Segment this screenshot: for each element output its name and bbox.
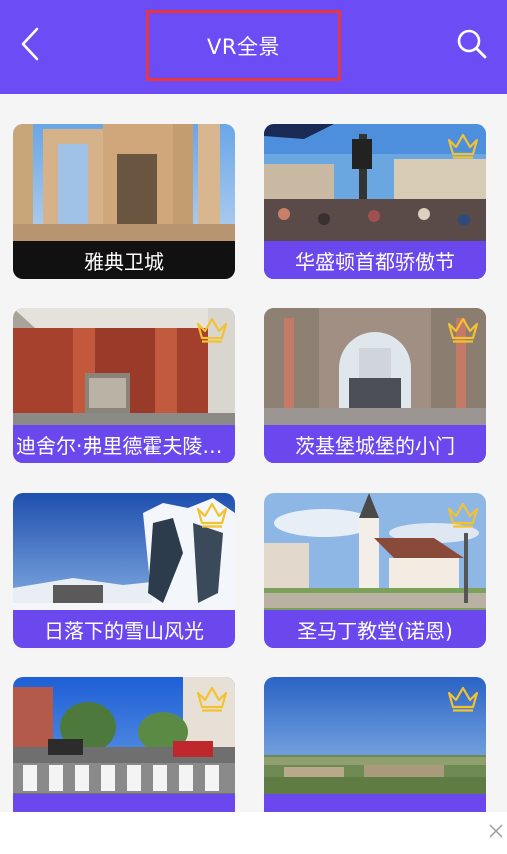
panorama-card[interactable] (13, 677, 235, 812)
panorama-card[interactable]: 日落下的雪山风光 (13, 493, 235, 648)
crown-icon (196, 317, 228, 343)
crown-icon (447, 317, 479, 343)
crown-icon (196, 686, 228, 712)
card-caption: 雅典卫城 (13, 241, 235, 279)
bottom-bar (0, 812, 507, 854)
card-caption: 华盛顿首都骄傲节 (264, 241, 486, 279)
card-caption: 茨基堡城堡的小门 (264, 425, 486, 463)
panorama-card[interactable] (264, 677, 486, 812)
chevron-left-icon (21, 27, 39, 61)
card-caption: 迪舍尔·弗里德霍夫陵… (13, 425, 235, 463)
search-icon (457, 29, 487, 59)
app-header: VR全景 (0, 0, 507, 94)
card-caption (264, 794, 486, 812)
back-button[interactable] (12, 24, 48, 64)
crown-icon (447, 686, 479, 712)
title-highlight: VR全景 (146, 10, 341, 81)
crown-icon (447, 502, 479, 528)
crown-icon (196, 502, 228, 528)
close-icon (489, 824, 503, 838)
crown-icon (447, 133, 479, 159)
panorama-card[interactable]: 华盛顿首都骄傲节 (264, 124, 486, 279)
search-button[interactable] (452, 24, 492, 64)
panorama-card[interactable]: 茨基堡城堡的小门 (264, 308, 486, 463)
panorama-card[interactable]: 圣马丁教堂(诺恩) (264, 493, 486, 648)
card-caption: 圣马丁教堂(诺恩) (264, 610, 486, 648)
card-caption: 日落下的雪山风光 (13, 610, 235, 648)
panorama-card[interactable]: 雅典卫城 (13, 124, 235, 279)
close-button[interactable] (485, 820, 507, 842)
card-caption (13, 794, 235, 812)
vr-panorama-grid: 雅典卫城 华盛顿首都骄傲节 迪舍尔·弗里德霍夫陵… 茨基堡城堡的小门 日落下的雪… (0, 94, 507, 812)
page-title: VR全景 (207, 34, 280, 59)
panorama-card[interactable]: 迪舍尔·弗里德霍夫陵… (13, 308, 235, 463)
